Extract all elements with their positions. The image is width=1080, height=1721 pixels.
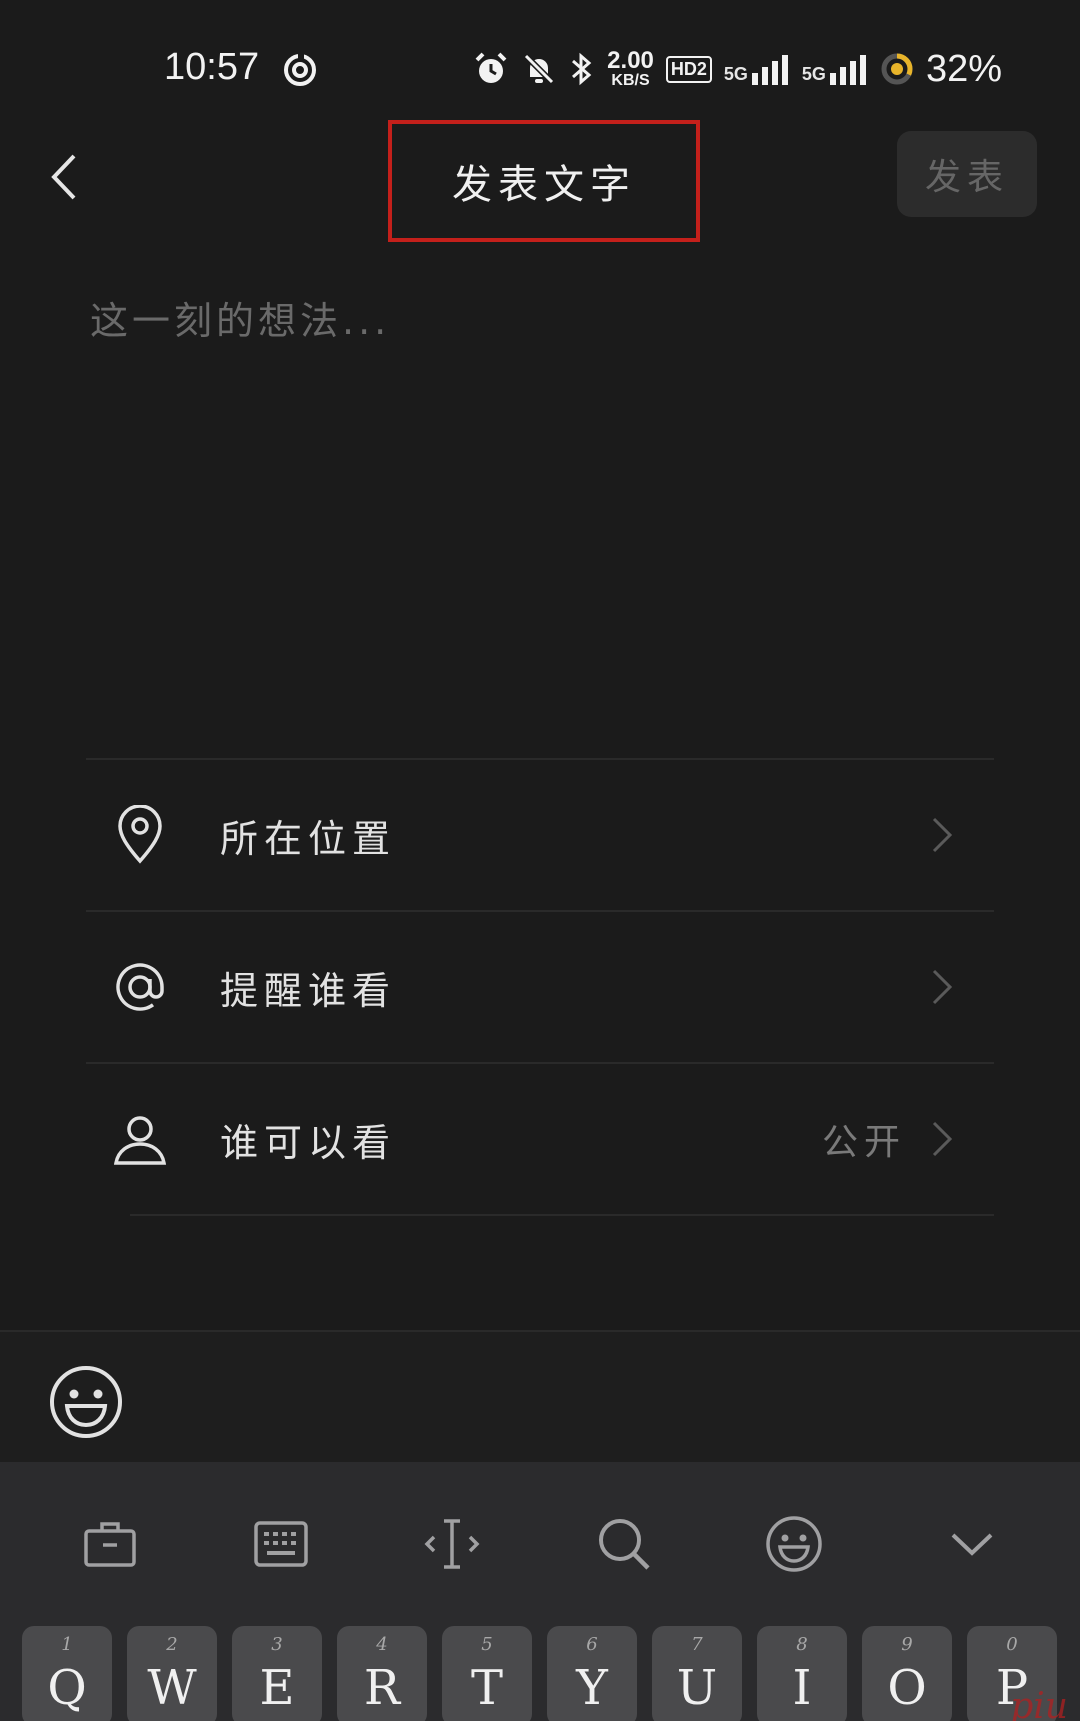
key-hint: 2 — [166, 1634, 178, 1655]
key-hint: 0 — [1006, 1634, 1018, 1655]
list-divider — [130, 1214, 994, 1216]
keyboard-toolbar — [0, 1462, 1080, 1622]
network-speed: 2.00 KB/S — [607, 49, 654, 89]
status-bar: 10:57 2.00 KB/S HD2 5G 5G 32% — [0, 0, 1080, 120]
key-hint: 7 — [691, 1634, 703, 1655]
signal-2-label: 5G — [801, 64, 826, 84]
page-title: 发表文字 — [388, 120, 700, 242]
key-r[interactable]: 4R — [337, 1626, 427, 1721]
keyboard-layout-icon[interactable] — [249, 1512, 313, 1576]
app-notification-icon — [284, 52, 316, 86]
post-options-list: 所在位置 提醒谁看 谁可以看 公开 — [86, 758, 994, 1214]
key-char: U — [676, 1660, 718, 1716]
toolbox-icon[interactable] — [78, 1512, 142, 1576]
key-char: R — [363, 1660, 401, 1716]
user-icon — [112, 1109, 168, 1169]
key-hint: 1 — [61, 1634, 73, 1655]
key-char: Y — [576, 1660, 608, 1716]
signal-1-label: 5G — [723, 64, 748, 84]
key-w[interactable]: 2W — [127, 1626, 217, 1721]
emoji-icon[interactable] — [762, 1512, 826, 1576]
chevron-right-icon — [932, 969, 953, 1005]
option-location[interactable]: 所在位置 — [86, 758, 994, 910]
battery-percent: 32% — [925, 47, 1002, 90]
key-char: I — [792, 1660, 812, 1716]
network-speed-value: 2.00 — [607, 47, 654, 74]
key-hint: 5 — [481, 1634, 493, 1655]
key-hint: 3 — [271, 1634, 283, 1655]
header: 发表文字 发表 — [0, 120, 1080, 250]
collapse-keyboard-icon[interactable] — [940, 1512, 1004, 1576]
signal-bars-icon — [829, 55, 866, 85]
key-hint: 8 — [796, 1634, 808, 1655]
location-pin-icon — [112, 805, 168, 865]
key-i[interactable]: 8I — [757, 1626, 847, 1721]
chevron-right-icon — [932, 1121, 953, 1157]
battery-ring-icon — [881, 53, 913, 85]
key-q[interactable]: 1Q — [22, 1626, 112, 1721]
keyboard-row-top: 1Q 2W 3E 4R 5T 6Y 7U 8I 9O 0P — [0, 1626, 1080, 1721]
cursor-move-icon[interactable] — [420, 1512, 484, 1576]
chevron-left-icon — [51, 154, 76, 200]
status-indicators: 2.00 KB/S HD2 5G 5G 32% — [473, 44, 1002, 94]
signal-2: 5G — [802, 53, 868, 85]
publish-button[interactable]: 发表 — [897, 131, 1037, 217]
key-hint: 4 — [376, 1634, 388, 1655]
soft-keyboard: 1Q 2W 3E 4R 5T 6Y 7U 8I 9O 0P — [0, 1462, 1080, 1721]
key-char: Q — [47, 1660, 87, 1716]
status-time: 10:57 — [164, 46, 260, 88]
key-y[interactable]: 6Y — [547, 1626, 637, 1721]
chevron-right-icon — [932, 817, 953, 853]
signal-1: 5G — [724, 53, 790, 85]
key-u[interactable]: 7U — [652, 1626, 742, 1721]
alarm-icon — [475, 52, 507, 83]
key-char: W — [147, 1660, 197, 1716]
bluetooth-icon — [572, 52, 592, 86]
key-char: E — [259, 1660, 295, 1716]
input-accessory-bar — [0, 1330, 1080, 1462]
key-t[interactable]: 5T — [442, 1626, 532, 1721]
key-hint: 9 — [901, 1634, 913, 1655]
option-mention-label: 提醒谁看 — [220, 968, 397, 1013]
at-sign-icon — [112, 957, 168, 1017]
signal-bars-icon — [751, 55, 788, 85]
option-visibility-value: 公开 — [821, 1122, 906, 1163]
option-visibility-label: 谁可以看 — [220, 1120, 397, 1165]
post-text-input[interactable] — [90, 290, 990, 730]
key-char: O — [887, 1660, 927, 1716]
back-button[interactable] — [30, 144, 96, 210]
watermark-text: piu — [1010, 1686, 1068, 1721]
option-location-label: 所在位置 — [220, 816, 397, 861]
option-mention[interactable]: 提醒谁看 — [86, 910, 994, 1062]
key-hint: 6 — [586, 1634, 598, 1655]
hd-voice-badge: HD2 — [665, 55, 712, 83]
network-speed-unit: KB/S — [611, 72, 650, 89]
search-icon[interactable] — [592, 1512, 656, 1576]
key-char: T — [470, 1660, 503, 1716]
key-o[interactable]: 9O — [862, 1626, 952, 1721]
option-visibility[interactable]: 谁可以看 公开 — [86, 1062, 994, 1214]
key-e[interactable]: 3E — [232, 1626, 322, 1721]
emoji-toggle-icon[interactable] — [48, 1364, 124, 1440]
mute-bell-icon — [524, 53, 555, 85]
